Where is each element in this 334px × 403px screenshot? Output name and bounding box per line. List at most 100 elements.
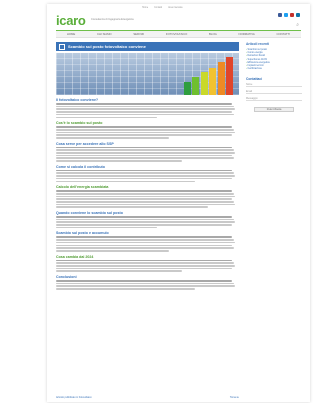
- text-line: [56, 282, 234, 285]
- text-line: [56, 241, 236, 244]
- article-main: Scambio sul posto fotovoltaico conviene …: [56, 42, 239, 292]
- section-paragraph: [56, 190, 239, 208]
- utility-link-contacts[interactable]: Contatti: [154, 7, 162, 12]
- text-line: [56, 175, 236, 177]
- article-category-link[interactable]: Articolo pubblicato in Fotovoltaico: [56, 396, 92, 399]
- utility-link-reserved[interactable]: Area riservata: [168, 7, 182, 12]
- text-line: [56, 264, 236, 267]
- facebook-icon[interactable]: [278, 13, 282, 17]
- energy-bar: [200, 72, 208, 95]
- linkedin-icon[interactable]: [296, 13, 300, 17]
- text-line: [56, 267, 232, 270]
- section-paragraph: [56, 103, 239, 119]
- section-heading: Calcolo dell'energia scambiata: [56, 185, 109, 190]
- section-paragraph: [56, 259, 239, 272]
- section-heading: Cosa serve per accedere allo SSP: [56, 141, 114, 146]
- site-tagline: Consulenza di Ingegneria Energetica: [91, 18, 134, 21]
- search-icon[interactable]: ⌕: [296, 22, 299, 28]
- text-line: [56, 221, 236, 223]
- sidebar: Articoli recenti Scambio sul posto Conto…: [246, 42, 302, 113]
- text-line: [56, 177, 232, 180]
- text-line: [56, 226, 157, 229]
- text-line: [56, 262, 234, 264]
- text-line: [56, 200, 234, 203]
- text-line: [56, 192, 234, 195]
- twitter-icon[interactable]: [284, 13, 288, 17]
- section-heading: Quando conviene lo scambio sul posto: [56, 210, 123, 215]
- text-line: [56, 203, 236, 206]
- energy-bar: [183, 81, 191, 95]
- text-line: [56, 169, 232, 172]
- back-to-top-link[interactable]: Torna su: [230, 396, 239, 399]
- nav-item-blog[interactable]: Blog: [209, 32, 217, 36]
- nav-item-about[interactable]: Chi siamo: [97, 32, 112, 36]
- article-icon: [59, 43, 65, 50]
- text-line: [56, 249, 170, 252]
- text-line: [56, 198, 232, 200]
- section-paragraph: [56, 126, 239, 139]
- text-line: [56, 105, 234, 108]
- text-line: [56, 259, 232, 262]
- article-body: Il fotovoltaico conviene? Cos'è lo scambi…: [56, 98, 239, 290]
- youtube-icon[interactable]: [290, 13, 294, 17]
- site-logo[interactable]: icaro: [56, 13, 86, 28]
- article-title: Scambio sul posto fotovoltaico conviene: [68, 44, 146, 49]
- text-line: [56, 288, 196, 290]
- nav-item-home[interactable]: Home: [67, 32, 75, 36]
- sidebar-links: Scambio sul posto Conto energia Detrazio…: [246, 48, 302, 70]
- section-heading: Conclusioni: [56, 274, 77, 279]
- text-line: [56, 146, 232, 149]
- contact-form: Contattaci Nome Email Messaggio Invia ri…: [246, 77, 302, 113]
- text-line: [56, 128, 234, 131]
- text-line: [56, 247, 234, 249]
- text-line: [56, 116, 157, 119]
- section-heading: Cos'è lo scambio sul posto: [56, 121, 103, 126]
- social-icons: [278, 13, 300, 17]
- text-line: [56, 180, 196, 183]
- section-heading: Cosa cambia dal 2024: [56, 254, 94, 259]
- utility-link-home[interactable]: Home: [142, 7, 148, 12]
- text-line: [56, 218, 234, 221]
- hero-image: [56, 53, 239, 95]
- section-paragraph: [56, 146, 239, 162]
- text-line: [56, 239, 234, 241]
- article-title-bar: Scambio sul posto fotovoltaico conviene: [56, 42, 239, 51]
- energy-class-bars: [183, 57, 233, 95]
- text-line: [56, 244, 232, 247]
- section-heading: Il fotovoltaico conviene?: [56, 98, 99, 102]
- text-line: [56, 224, 232, 226]
- energy-bar: [217, 62, 225, 95]
- text-line: [56, 270, 183, 272]
- main-nav: Home Chi siamo Servizi Fotovoltaico Blog…: [56, 30, 301, 38]
- nav-item-services[interactable]: Servizi: [133, 32, 144, 36]
- energy-bar: [226, 57, 233, 95]
- energy-bar: [209, 67, 216, 95]
- text-line: [56, 103, 232, 105]
- message-field[interactable]: Messaggio: [246, 97, 302, 102]
- text-line: [56, 157, 234, 159]
- article-footer: Articolo pubblicato in Fotovoltaico Torn…: [56, 396, 239, 399]
- section-paragraph: [56, 236, 239, 252]
- nav-item-photovoltaic[interactable]: Fotovoltaico: [166, 32, 187, 36]
- text-line: [56, 190, 232, 192]
- text-line: [56, 195, 236, 198]
- text-line: [56, 154, 232, 157]
- page-container: Home Contatti Area riservata icaro Consu…: [47, 4, 310, 402]
- text-line: [56, 285, 236, 287]
- text-line: [56, 113, 234, 116]
- name-field[interactable]: Nome: [246, 83, 302, 88]
- text-line: [56, 160, 183, 162]
- text-line: [56, 134, 232, 136]
- nav-item-contacts[interactable]: Contatti: [276, 32, 290, 36]
- text-line: [56, 149, 234, 151]
- text-line: [56, 108, 236, 111]
- submit-button[interactable]: Invia richiesta: [254, 107, 294, 113]
- section-paragraph: [56, 280, 239, 290]
- sidebar-heading: Articoli recenti: [246, 42, 270, 46]
- text-line: [56, 236, 232, 239]
- energy-bar: [192, 76, 199, 95]
- email-field[interactable]: Email: [246, 90, 302, 95]
- sidebar-link[interactable]: Certificazione: [246, 67, 302, 70]
- nav-item-regulation[interactable]: Normativa: [239, 32, 255, 36]
- text-line: [56, 131, 236, 134]
